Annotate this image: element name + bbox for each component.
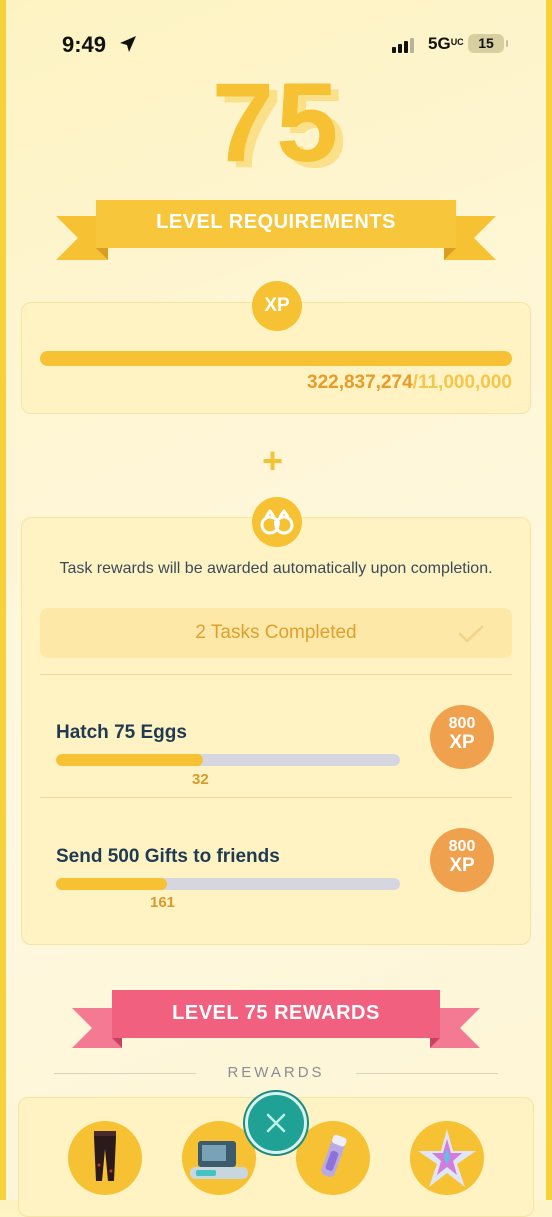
level-number: 75: [211, 60, 341, 185]
task-progress-value: 161: [150, 894, 176, 911]
clock: 9:49: [62, 32, 107, 57]
binoculars-icon: [260, 509, 294, 535]
item-vial-icon: [321, 1134, 347, 1177]
checkmark-icon: [458, 625, 484, 643]
battery-indicator: 15: [468, 34, 508, 53]
section-divider: [40, 797, 512, 798]
task-progress-bar: [56, 878, 400, 890]
task-progress-fill: [56, 754, 203, 766]
tasks-completed-label: 2 Tasks Completed: [195, 622, 357, 643]
tasks-completed-banner[interactable]: 2 Tasks Completed: [40, 608, 512, 658]
ribbon-label: LEVEL REQUIREMENTS: [156, 211, 396, 233]
reward-item[interactable]: [296, 1121, 370, 1195]
ribbon-label: LEVEL 75 REWARDS: [172, 1002, 380, 1024]
level-rewards-ribbon: LEVEL 75 REWARDS: [72, 988, 480, 1052]
rewards-subtitle: REWARDS: [227, 1064, 325, 1081]
pants-icon: [94, 1131, 116, 1181]
xp-progress-bar: [40, 351, 512, 366]
xp-progress-text: 322,837,274/11,000,000: [307, 372, 512, 393]
close-button[interactable]: [245, 1092, 307, 1154]
task-progress-bar: [56, 754, 400, 766]
plus-sign: +: [262, 440, 284, 481]
task-rewards-note: Task rewards will be awarded automatical…: [59, 560, 493, 577]
task-progress-value: 32: [192, 771, 209, 788]
level-requirements-ribbon: LEVEL REQUIREMENTS: [56, 198, 496, 262]
task-xp-reward: 800 XP: [430, 705, 494, 769]
task-xp-reward: 800 XP: [430, 828, 494, 892]
task-title: Send 500 Gifts to friends: [56, 846, 280, 867]
close-icon: [266, 1113, 286, 1133]
task-progress-fill: [56, 878, 167, 890]
reward-item[interactable]: [410, 1121, 484, 1195]
reward-item[interactable]: [68, 1121, 142, 1195]
xp-badge: XP: [252, 281, 302, 331]
section-divider: [40, 674, 512, 675]
incubator-icon: [190, 1141, 248, 1179]
task-title: Hatch 75 Eggs: [56, 722, 187, 743]
binoculars-badge: [252, 497, 302, 547]
signal-icon: [392, 38, 414, 53]
reward-item[interactable]: [182, 1121, 256, 1195]
star-piece-icon: [418, 1129, 476, 1187]
network-label: 5GUC: [428, 34, 464, 53]
location-arrow-icon: [120, 36, 136, 52]
